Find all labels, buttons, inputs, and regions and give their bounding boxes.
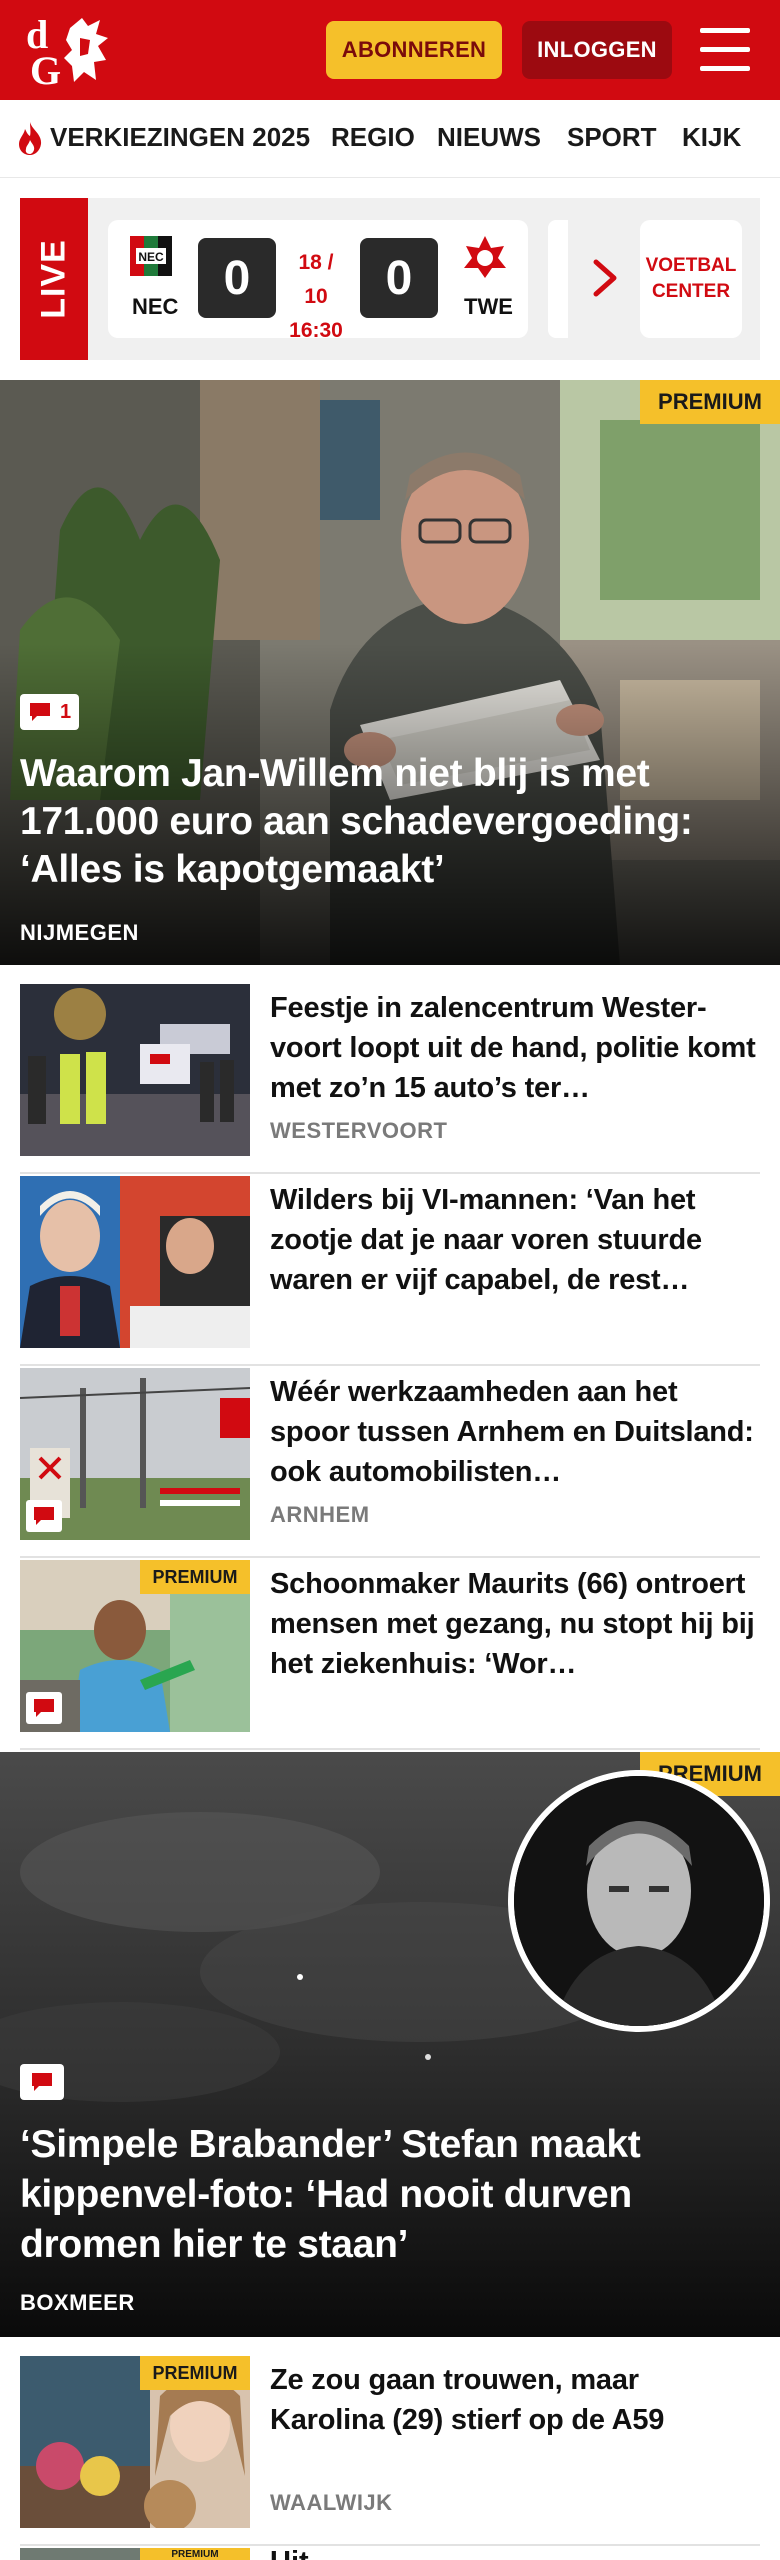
author-portrait bbox=[508, 1770, 770, 2032]
comment-count: 1 bbox=[60, 700, 72, 723]
article-thumbnail: PREMIUM bbox=[20, 1560, 250, 1732]
article-headline[interactable]: Uit… bbox=[270, 2548, 338, 2560]
premium-badge: PREMIUM bbox=[140, 2356, 250, 2390]
twente-logo-icon bbox=[464, 236, 506, 278]
home-score: 0 bbox=[198, 238, 276, 318]
list-item[interactable]: PREMIUM Ze zou gaan trouwen, maar Karoli… bbox=[20, 2356, 760, 2546]
svg-text:NEC: NEC bbox=[138, 250, 164, 264]
login-button[interactable]: INLOGGEN bbox=[522, 21, 672, 79]
hero-headline[interactable]: Waarom Jan-Willem niet blij is met 171.0… bbox=[20, 750, 760, 894]
comment-icon[interactable] bbox=[26, 1692, 62, 1724]
list-item[interactable]: Wéér werkzaamheden aan het spoor tussen … bbox=[20, 1368, 760, 1558]
match-card[interactable]: NEC NEC 0 18 / 10 16:30 0 TWE bbox=[108, 220, 528, 342]
nav-item-kijk[interactable]: KIJK bbox=[682, 122, 741, 153]
hero-location: NIJMEGEN bbox=[20, 920, 139, 945]
voetbal-center-link[interactable]: VOETBAL CENTER bbox=[640, 220, 742, 338]
list-item[interactable]: Feestje in zalencentrum Wester-voort loo… bbox=[20, 984, 760, 1174]
article-location: WESTERVOORT bbox=[270, 1118, 448, 1143]
article-headline[interactable]: Ze zou gaan trouwen, maar Karolina (29) … bbox=[270, 2360, 760, 2440]
feature-location: BOXMEER bbox=[20, 2290, 135, 2315]
article-headline[interactable]: Schoonmaker Maurits (66) ontroert mensen… bbox=[270, 1564, 760, 1684]
premium-badge: PREMIUM bbox=[140, 2548, 250, 2560]
away-team-code: TWE bbox=[464, 294, 513, 319]
live-label: LIVE bbox=[20, 198, 88, 360]
comment-count-badge[interactable]: 1 bbox=[20, 694, 80, 730]
article-location: WAALWIJK bbox=[270, 2490, 393, 2515]
featured-article[interactable]: PREMIUM ‘Simpele Brabander’ Stefan maakt… bbox=[0, 1752, 780, 2337]
flame-icon bbox=[19, 122, 42, 155]
next-match-card[interactable] bbox=[548, 220, 568, 338]
article-headline[interactable]: Wéér werkzaamheden aan het spoor tussen … bbox=[270, 1372, 760, 1492]
article-thumbnail bbox=[20, 984, 250, 1156]
article-thumbnail: PREMIUM bbox=[20, 2356, 250, 2528]
article-thumbnail bbox=[20, 1176, 250, 1348]
premium-badge: PREMIUM bbox=[640, 380, 780, 424]
comment-icon[interactable] bbox=[26, 1500, 62, 1532]
live-scores-strip: LIVE NEC NEC 0 18 / 10 16:30 0 TWE VOETB… bbox=[20, 198, 760, 360]
chevron-right-icon[interactable] bbox=[590, 258, 620, 298]
nav-item-nieuws[interactable]: NIEUWS bbox=[437, 122, 541, 153]
comment-icon[interactable] bbox=[20, 2064, 64, 2100]
comment-icon bbox=[30, 703, 50, 721]
away-score: 0 bbox=[360, 238, 438, 318]
menu-icon[interactable] bbox=[700, 28, 750, 72]
nav-item-regio[interactable]: REGIO bbox=[331, 122, 415, 153]
nec-logo-icon: NEC bbox=[130, 236, 172, 276]
section-nav: VERKIEZINGEN 2025 REGIO NIEUWS SPORT KIJ… bbox=[0, 100, 780, 178]
match-datetime: 18 / 10 16:30 bbox=[289, 251, 343, 342]
list-item[interactable]: Wilders bij VI-mannen: ‘Van het zootje d… bbox=[20, 1176, 760, 1366]
list-item[interactable]: PREMIUM Schoonmaker Maurits (66) ontroer… bbox=[20, 1560, 760, 1750]
home-team-code: NEC bbox=[132, 294, 179, 319]
article-headline[interactable]: Feestje in zalencentrum Wester-voort loo… bbox=[270, 988, 760, 1108]
nav-item-sport[interactable]: SPORT bbox=[567, 122, 657, 153]
premium-badge: PREMIUM bbox=[140, 1560, 250, 1594]
list-item[interactable]: PREMIUM Uit… bbox=[20, 2548, 760, 2560]
hero-article[interactable]: PREMIUM 1 Waarom Jan-Willem niet blij is… bbox=[0, 380, 780, 965]
article-location: ARNHEM bbox=[270, 1502, 370, 1527]
nav-item-verkiezingen[interactable]: VERKIEZINGEN 2025 bbox=[50, 122, 310, 153]
de-gelderlander-logo[interactable]: d G bbox=[22, 10, 117, 90]
article-headline[interactable]: Wilders bij VI-mannen: ‘Van het zootje d… bbox=[270, 1180, 760, 1300]
article-thumbnail bbox=[20, 1368, 250, 1540]
top-header: d G ABONNEREN INLOGGEN bbox=[0, 0, 780, 100]
feature-headline[interactable]: ‘Simpele Brabander’ Stefan maakt kippenv… bbox=[20, 2120, 760, 2270]
subscribe-button[interactable]: ABONNEREN bbox=[326, 21, 502, 79]
svg-text:G: G bbox=[30, 48, 61, 90]
